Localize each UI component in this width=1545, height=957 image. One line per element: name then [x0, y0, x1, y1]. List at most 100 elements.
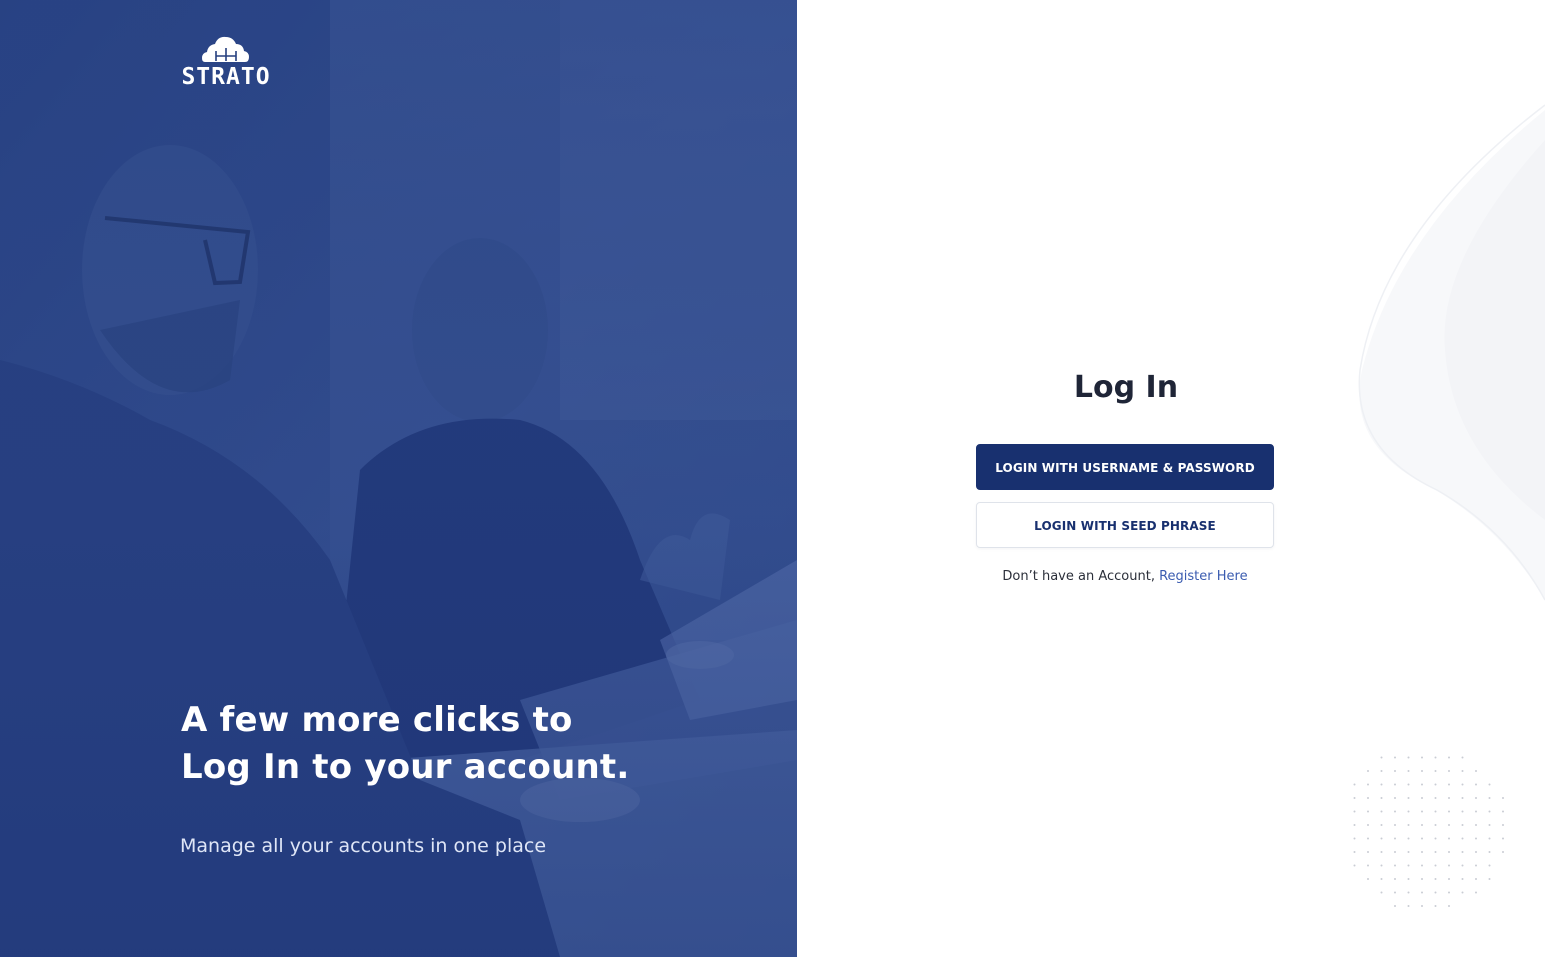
decorative-dot [1367, 864, 1369, 867]
decorative-dot [1407, 864, 1410, 867]
strato-logo[interactable]: STRATO [181, 34, 271, 94]
hero-headline-line1: A few more clicks to [181, 700, 573, 740]
decorative-dot [1380, 878, 1383, 880]
decorative-dot [1448, 756, 1450, 759]
decorative-dot [1461, 837, 1464, 840]
decorative-dot [1421, 905, 1423, 907]
decorative-dot [1461, 810, 1464, 813]
decorative-dot [1367, 837, 1369, 840]
decorative-dot [1394, 783, 1396, 786]
register-prompt: Don’t have an Account, Register Here [976, 567, 1274, 587]
decorative-dot [1421, 837, 1423, 840]
decorative-dot [1380, 837, 1383, 840]
decorative-dot [1502, 824, 1504, 826]
hero-panel: STRATO A few more clicks to Log In to yo… [0, 0, 797, 957]
decorative-dot [1475, 797, 1477, 799]
decorative-dot [1353, 837, 1356, 840]
decorative-dot [1461, 797, 1464, 799]
decorative-dot [1461, 783, 1464, 786]
decorative-dot [1488, 783, 1491, 786]
decorative-dot [1434, 824, 1437, 826]
hero-overlay [0, 0, 797, 957]
login-username-password-button[interactable]: LOGIN WITH USERNAME & PASSWORD [976, 444, 1274, 490]
decorative-dot [1475, 864, 1477, 867]
decorative-dot [1353, 864, 1356, 867]
decorative-dot [1367, 783, 1369, 786]
decorative-dot [1353, 797, 1356, 799]
decorative-dot [1367, 770, 1369, 772]
decorative-dot [1394, 756, 1396, 759]
decorative-dot [1380, 864, 1383, 867]
dot-pattern [1353, 756, 1504, 907]
decorative-dot [1367, 851, 1369, 853]
decorative-dot [1380, 770, 1383, 772]
decorative-dot [1353, 783, 1356, 786]
decorative-dot [1488, 878, 1491, 880]
cloud-building-logo-icon [202, 36, 249, 62]
decorative-dot [1353, 810, 1356, 813]
login-seed-phrase-button[interactable]: LOGIN WITH SEED PHRASE [976, 502, 1274, 548]
decorative-dot [1367, 878, 1369, 880]
decorative-dot [1461, 851, 1464, 853]
decorative-dot [1448, 783, 1450, 786]
decorative-dot [1353, 851, 1356, 853]
decorative-dot [1488, 824, 1491, 826]
decorative-dot [1475, 851, 1477, 853]
decorative-dot [1502, 851, 1504, 853]
decorative-dot [1407, 837, 1410, 840]
decorative-dot [1394, 878, 1396, 880]
decorative-dot [1434, 837, 1437, 840]
decorative-dot [1475, 783, 1477, 786]
decorative-dot [1380, 756, 1383, 759]
decorative-dot [1461, 824, 1464, 826]
decorative-dot [1394, 824, 1396, 826]
register-prompt-text: Don’t have an Account, [1002, 569, 1160, 584]
decorative-dot [1380, 810, 1383, 813]
login-page: STRATO A few more clicks to Log In to yo… [0, 0, 1545, 957]
decorative-dot [1434, 891, 1437, 894]
decorative-dot [1421, 810, 1423, 813]
decorative-dot [1421, 864, 1423, 867]
decorative-dot [1448, 878, 1450, 880]
decorative-dot [1488, 864, 1491, 867]
decorative-dot [1488, 837, 1491, 840]
login-panel: Log In LOGIN WITH USERNAME & PASSWORD LO… [797, 0, 1545, 957]
logo-text: STRATO [181, 64, 271, 90]
decorative-dot [1394, 851, 1396, 853]
register-here-link[interactable]: Register Here [1159, 569, 1248, 584]
login-title: Log In [1073, 370, 1179, 405]
decorative-dot [1448, 810, 1450, 813]
decorative-dot [1421, 824, 1423, 826]
decorative-dot [1407, 770, 1410, 772]
decorative-dot [1488, 797, 1491, 799]
decorative-dot [1448, 824, 1450, 826]
decorative-dot [1407, 810, 1410, 813]
decorative-dot [1448, 891, 1450, 894]
decorative-dot [1407, 905, 1410, 907]
decorative-dot [1502, 837, 1504, 840]
decorative-dot [1394, 864, 1396, 867]
decorative-dot [1434, 864, 1437, 867]
decorative-dot [1394, 810, 1396, 813]
decorative-dot [1407, 878, 1410, 880]
hero-subtitle: Manage all your accounts in one place [180, 835, 547, 857]
decorative-dot [1475, 837, 1477, 840]
decorative-dot [1434, 905, 1437, 907]
decorative-dot [1407, 783, 1410, 786]
decorative-dot [1367, 824, 1369, 826]
decorative-dot [1475, 891, 1477, 894]
decorative-dot [1421, 756, 1423, 759]
decorative-dot [1421, 891, 1423, 894]
decorative-dot [1448, 864, 1450, 867]
decorative-dot [1380, 851, 1383, 853]
decorative-dot [1407, 851, 1410, 853]
decorative-dot [1380, 824, 1383, 826]
decorative-dot [1502, 810, 1504, 813]
decorative-dot [1434, 878, 1437, 880]
decorative-dot [1448, 797, 1450, 799]
decorative-dot [1488, 851, 1491, 853]
decorative-dot [1380, 891, 1383, 894]
decorative-dot [1461, 770, 1464, 772]
decorative-dot [1488, 810, 1491, 813]
decorative-dot [1434, 756, 1437, 759]
